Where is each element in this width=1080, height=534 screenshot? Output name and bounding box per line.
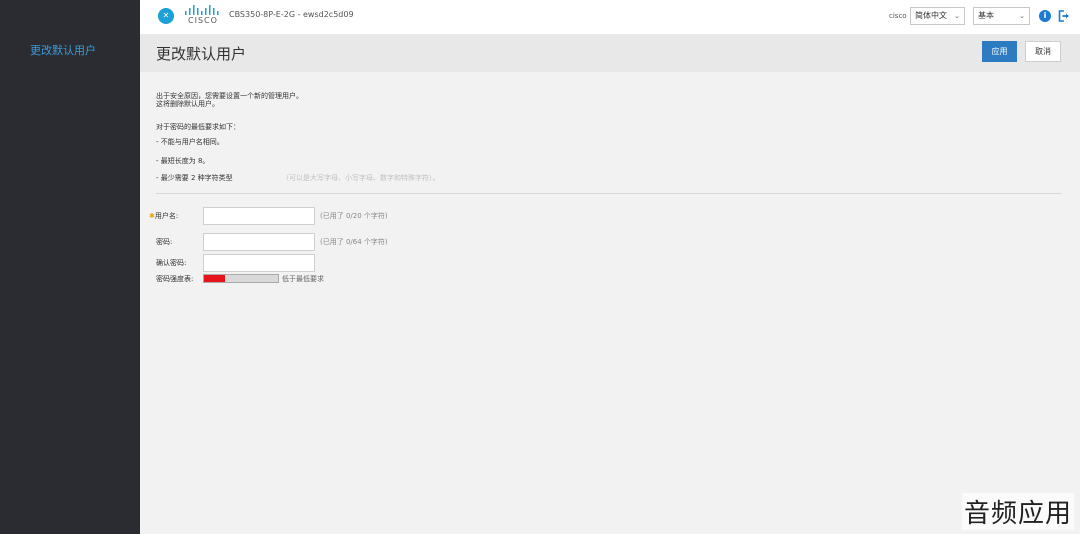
sidebar: 更改默认用户 xyxy=(0,0,140,534)
chevron-down-icon: ⌄ xyxy=(954,12,960,20)
language-value: 简体中文 xyxy=(915,11,947,20)
username-input[interactable] xyxy=(203,207,315,225)
apply-button[interactable]: 应用 xyxy=(982,41,1017,62)
language-select[interactable]: 简体中文 ⌄ xyxy=(910,7,965,25)
chevron-down-icon: ⌄ xyxy=(1019,12,1025,20)
cisco-business-icon: ✕ xyxy=(158,8,174,24)
confirm-password-label: 确认密码: xyxy=(156,259,187,267)
page-title: 更改默认用户 xyxy=(156,45,247,63)
password-label: 密码: xyxy=(156,238,173,246)
password-hint: (已用了 0/64 个字符) xyxy=(320,238,388,246)
cancel-button[interactable]: 取消 xyxy=(1025,41,1061,62)
username-label-text: 用户名: xyxy=(154,212,179,220)
user-name: cisco xyxy=(889,12,907,20)
cisco-wordmark: CISCO xyxy=(188,16,218,25)
title-bar: 更改默认用户 应用 取消 xyxy=(140,34,1080,72)
strength-status: 低于最低要求 xyxy=(282,275,324,283)
divider xyxy=(156,193,1062,194)
info-icon[interactable]: i xyxy=(1039,10,1051,22)
confirm-password-input[interactable] xyxy=(203,254,315,272)
cisco-bars-icon xyxy=(185,5,219,15)
rules-heading: 对于密码的最低要求如下： xyxy=(156,123,240,131)
username-hint: (已用了 0/20 个字符) xyxy=(320,212,388,220)
password-strength-meter xyxy=(203,274,279,283)
password-strength-fill xyxy=(204,275,225,282)
watermark: 音频应用 xyxy=(961,493,1074,530)
mode-select[interactable]: 基本 ⌄ xyxy=(973,7,1030,25)
strength-label: 密码强度表: xyxy=(156,275,194,283)
intro-line-2: 这将删除默认用户。 xyxy=(156,100,219,108)
rule-item: - 最短长度为 8。 xyxy=(156,157,210,165)
username-label: ✱用户名: xyxy=(149,211,178,221)
rule-item: - 不能与用户名相同。 xyxy=(156,138,224,146)
device-name: CBS350-8P-E-2G - ewsd2c5d09 xyxy=(229,10,354,19)
cisco-logo: CISCO xyxy=(184,5,224,27)
rule-item: - 最少需要 2 种字符类型 xyxy=(156,174,233,182)
sidebar-item-change-default-user[interactable]: 更改默认用户 xyxy=(30,42,96,58)
rule-types-note: （可以是大写字母、小写字母、数字和特殊字符）。 xyxy=(282,174,440,182)
header: ✕ CISCO CBS350-8P-E-2G - ewsd2c5d09 cisc… xyxy=(140,0,1080,34)
mode-value: 基本 xyxy=(978,11,994,20)
password-input[interactable] xyxy=(203,233,315,251)
main-content: 出于安全原因，您需要设置一个新的管理用户。 这将删除默认用户。 对于密码的最低要… xyxy=(140,72,1080,534)
logout-icon[interactable] xyxy=(1058,10,1070,22)
